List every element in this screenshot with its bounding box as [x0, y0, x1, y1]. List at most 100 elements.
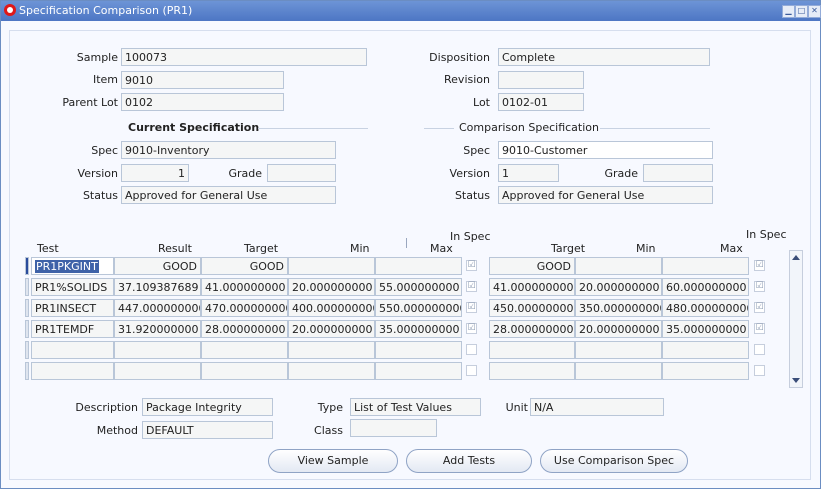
cell-min[interactable] — [288, 341, 375, 359]
cell-max[interactable] — [375, 362, 462, 380]
cell-cmp-max[interactable] — [662, 362, 749, 380]
cell-cmp-min[interactable] — [575, 341, 662, 359]
in-spec-checkbox[interactable]: ☑ — [466, 281, 477, 292]
cell-cmp-min[interactable]: 20.000000000 — [575, 278, 662, 296]
cell-max[interactable] — [375, 257, 462, 275]
cell-result[interactable] — [114, 362, 201, 380]
cell-result[interactable]: 31.920000000 — [114, 320, 201, 338]
cell-target[interactable] — [201, 362, 288, 380]
cell-target[interactable]: 41.000000000 — [201, 278, 288, 296]
cell-cmp-target[interactable] — [489, 362, 575, 380]
cell-min[interactable] — [288, 362, 375, 380]
row-indicator[interactable] — [25, 278, 29, 296]
cell-target[interactable]: 28.000000000 — [201, 320, 288, 338]
cell-min[interactable]: 400.000000000 — [288, 299, 375, 317]
current-status-field[interactable]: Approved for General Use — [121, 186, 336, 204]
in-spec-checkbox[interactable] — [466, 365, 477, 376]
current-grade-field[interactable] — [267, 164, 336, 182]
type-label: Type — [317, 401, 343, 414]
cell-cmp-min[interactable] — [575, 362, 662, 380]
sample-field[interactable]: 100073 — [121, 48, 367, 66]
cell-max[interactable]: 550.000000000 — [375, 299, 462, 317]
cell-max[interactable]: 35.000000000 — [375, 320, 462, 338]
cell-test[interactable]: PR1TEMDF — [31, 320, 114, 338]
comparison-grade-label: Grade — [604, 167, 638, 180]
disposition-field[interactable]: Complete — [498, 48, 710, 66]
cell-test[interactable]: PR1%SOLIDS — [31, 278, 114, 296]
cell-cmp-max[interactable]: 35.000000000 — [662, 320, 749, 338]
cell-result[interactable]: 37.109387689 — [114, 278, 201, 296]
title-bar: Specification Comparison (PR1) ▁ □ ✕ — [1, 1, 821, 21]
cell-cmp-min[interactable] — [575, 257, 662, 275]
revision-field[interactable] — [498, 71, 584, 89]
comparison-version-field[interactable]: 1 — [498, 164, 559, 182]
cell-cmp-max[interactable]: 60.000000000 — [662, 278, 749, 296]
current-spec-label: Spec — [91, 144, 118, 157]
cell-cmp-max[interactable] — [662, 341, 749, 359]
cell-result[interactable]: GOOD — [114, 257, 201, 275]
cell-result[interactable] — [114, 341, 201, 359]
cell-cmp-target[interactable]: GOOD — [489, 257, 575, 275]
cell-cmp-max[interactable] — [662, 257, 749, 275]
cell-target[interactable] — [201, 341, 288, 359]
cell-test[interactable]: PR1INSECT — [31, 299, 114, 317]
close-icon[interactable]: ✕ — [808, 5, 821, 18]
type-field[interactable]: List of Test Values — [350, 398, 481, 416]
in-spec-checkbox[interactable]: ☑ — [466, 302, 477, 313]
cell-min[interactable]: 20.000000000 — [288, 278, 375, 296]
unit-field[interactable]: N/A — [530, 398, 664, 416]
parent-lot-field[interactable]: 0102 — [121, 93, 284, 111]
cmp-in-spec-checkbox[interactable] — [754, 344, 765, 355]
cmp-in-spec-checkbox[interactable]: ☑ — [754, 260, 765, 271]
current-version-field[interactable]: 1 — [121, 164, 189, 182]
minimize-icon[interactable]: ▁ — [782, 5, 795, 18]
add-tests-button[interactable]: Add Tests — [406, 449, 532, 473]
comparison-status-field[interactable]: Approved for General Use — [498, 186, 713, 204]
row-indicator[interactable] — [25, 362, 29, 380]
cell-test[interactable] — [31, 362, 114, 380]
row-indicator[interactable] — [25, 257, 29, 275]
in-spec-checkbox[interactable] — [466, 344, 477, 355]
use-comparison-spec-button[interactable]: Use Comparison Spec — [540, 449, 688, 473]
cell-result[interactable]: 447.000000000 — [114, 299, 201, 317]
current-spec-field[interactable]: 9010-Inventory — [121, 141, 336, 159]
class-field[interactable] — [350, 419, 437, 437]
cell-target[interactable]: GOOD — [201, 257, 288, 275]
cell-cmp-target[interactable]: 450.000000000 — [489, 299, 575, 317]
view-sample-button[interactable]: View Sample — [268, 449, 398, 473]
row-indicator[interactable] — [25, 299, 29, 317]
cell-min[interactable]: 20.000000000 — [288, 320, 375, 338]
item-field[interactable]: 9010 — [121, 71, 284, 89]
cell-min[interactable] — [288, 257, 375, 275]
col-header-target: Target — [244, 242, 279, 255]
cmp-in-spec-checkbox[interactable]: ☑ — [754, 323, 765, 334]
cell-cmp-min[interactable]: 350.000000000 — [575, 299, 662, 317]
cmp-in-spec-checkbox[interactable]: ☑ — [754, 302, 765, 313]
description-field[interactable]: Package Integrity — [142, 398, 273, 416]
cell-cmp-min[interactable]: 20.000000000 — [575, 320, 662, 338]
method-field[interactable]: DEFAULT — [142, 421, 273, 439]
cmp-in-spec-checkbox[interactable]: ☑ — [754, 281, 765, 292]
table-scrollbar[interactable] — [789, 250, 803, 388]
in-spec-checkbox[interactable]: ☑ — [466, 260, 477, 271]
row-indicator[interactable] — [25, 341, 29, 359]
cell-max[interactable]: 55.000000000 — [375, 278, 462, 296]
maximize-icon[interactable]: □ — [795, 5, 808, 18]
comparison-grade-field[interactable] — [643, 164, 713, 182]
cell-test[interactable]: PR1PKGINT — [31, 257, 114, 275]
cell-cmp-target[interactable]: 41.000000000 — [489, 278, 575, 296]
cell-cmp-max[interactable]: 480.000000000 — [662, 299, 749, 317]
cell-max[interactable] — [375, 341, 462, 359]
scroll-down-icon[interactable] — [792, 378, 800, 383]
scroll-up-icon[interactable] — [792, 255, 800, 260]
cell-cmp-target[interactable]: 28.000000000 — [489, 320, 575, 338]
current-version-label: Version — [77, 167, 118, 180]
lot-field[interactable]: 0102-01 — [498, 93, 584, 111]
row-indicator[interactable] — [25, 320, 29, 338]
in-spec-checkbox[interactable]: ☑ — [466, 323, 477, 334]
cell-cmp-target[interactable] — [489, 341, 575, 359]
comparison-spec-field[interactable]: 9010-Customer — [498, 141, 713, 159]
cell-test[interactable] — [31, 341, 114, 359]
cell-target[interactable]: 470.000000000 — [201, 299, 288, 317]
cmp-in-spec-checkbox[interactable] — [754, 365, 765, 376]
